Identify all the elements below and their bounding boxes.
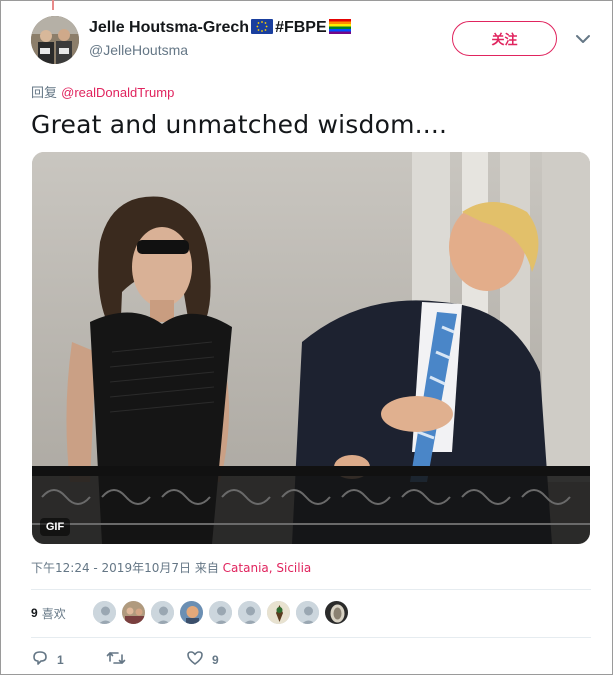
reply-icon[interactable] [31,649,49,671]
heart-icon[interactable] [186,649,204,671]
likes-label: 喜欢 [41,606,66,621]
reply-mention-link[interactable]: @realDonaldTrump [61,85,174,100]
liker-avatar[interactable] [92,600,117,625]
liker-avatars [92,600,353,625]
liker-avatar[interactable] [179,600,204,625]
avatar[interactable] [31,16,79,64]
reply-prefix: 回复 [31,86,58,101]
retweet-icon[interactable] [106,649,126,671]
tweet-metadata: 下午12:24 - 2019年10月7日 来自 Catania, Sicilia [31,559,311,576]
tweet-actions: 1 9 [31,648,219,672]
like-count: 9 [212,653,219,667]
gif-badge: GIF [40,518,70,536]
liker-avatar[interactable] [208,600,233,625]
likes-count: 9 [31,606,38,620]
eu-flag-icon [251,18,274,38]
rainbow-flag-icon [328,18,351,38]
thread-line [52,0,54,10]
like-action[interactable]: 9 [186,649,219,671]
follow-button[interactable]: 关注 [452,21,557,56]
timestamp[interactable]: 下午12:24 - 2019年10月7日 [31,561,191,575]
liker-avatar[interactable] [324,600,349,625]
author-handle[interactable]: @JelleHoutsma [89,42,188,58]
liker-avatar[interactable] [266,600,291,625]
liker-avatar[interactable] [295,600,320,625]
reply-context: 回复 @realDonaldTrump [31,82,174,101]
tweet-text: Great and unmatched wisdom.... [31,110,448,139]
tweet-media-gif[interactable] [32,152,590,544]
liker-avatar[interactable] [121,600,146,625]
liker-avatar[interactable] [150,600,175,625]
liker-avatar[interactable] [237,600,262,625]
reply-action[interactable]: 1 [31,649,106,671]
chevron-down-icon[interactable] [574,30,592,48]
author-hashtag: #FBPE [275,19,327,36]
from-label: 来自 [194,561,219,575]
divider [31,637,591,638]
retweet-action[interactable] [106,649,186,671]
author-name-row[interactable]: Jelle Houtsma-Grech #FBPE [89,18,351,38]
divider [31,589,591,590]
location-link[interactable]: Catania, Sicilia [223,561,312,575]
likes-stat[interactable]: 9 喜欢 [31,600,66,626]
display-name[interactable]: Jelle Houtsma-Grech [89,19,249,37]
reply-count: 1 [57,653,64,667]
